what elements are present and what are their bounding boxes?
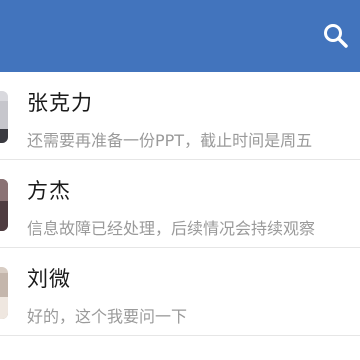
contact-name: 方杰 — [27, 179, 71, 203]
chat-list: 张克力 还需要再准备一份PPT，截止时间是周五 方杰 信息故障已经处理，后续情况… — [0, 72, 360, 336]
contact-name: 张克力 — [27, 91, 93, 115]
chat-item[interactable]: 张克力 还需要再准备一份PPT，截止时间是周五 — [0, 72, 360, 160]
chat-list-screen: 张克力 还需要再准备一份PPT，截止时间是周五 方杰 信息故障已经处理，后续情况… — [0, 0, 360, 360]
chat-item[interactable]: 刘微 好的，这个我要问一下 — [0, 248, 360, 336]
avatar — [0, 91, 8, 143]
avatar — [0, 267, 8, 319]
top-app-bar — [0, 0, 360, 72]
avatar — [0, 179, 8, 231]
message-preview: 信息故障已经处理，后续情况会持续观察 — [27, 219, 316, 238]
search-icon — [324, 24, 348, 48]
message-preview: 还需要再准备一份PPT，截止时间是周五 — [27, 131, 313, 150]
chat-item[interactable]: 方杰 信息故障已经处理，后续情况会持续观察 — [0, 160, 360, 248]
message-preview: 好的，这个我要问一下 — [27, 307, 188, 326]
contact-name: 刘微 — [27, 267, 71, 291]
search-button[interactable] — [320, 20, 352, 52]
